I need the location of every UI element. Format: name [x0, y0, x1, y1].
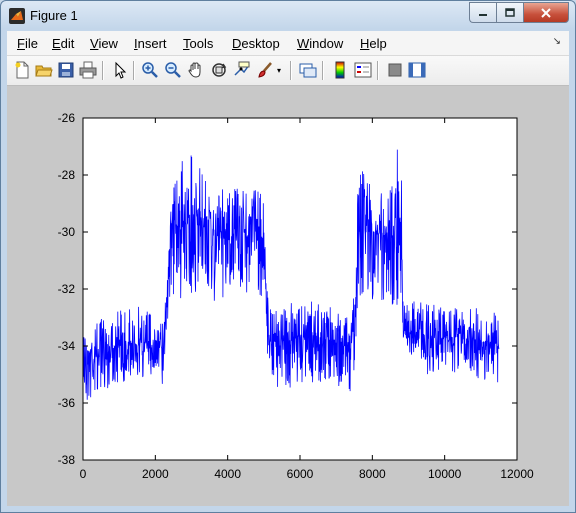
- window-title: Figure 1: [30, 8, 78, 23]
- show-plot-tools-icon[interactable]: [408, 61, 426, 79]
- open-file-icon[interactable]: [35, 61, 53, 79]
- title-bar[interactable]: Figure 1: [1, 1, 575, 31]
- x-tick-label: 12000: [500, 467, 534, 481]
- y-tick-label: -28: [58, 168, 76, 182]
- new-figure-icon[interactable]: [13, 61, 31, 79]
- matlab-logo-icon: [9, 8, 25, 24]
- figure-toolbar: ▾: [7, 56, 569, 86]
- hide-plot-tools-icon[interactable]: [386, 61, 404, 79]
- menu-window[interactable]: Window: [297, 36, 343, 51]
- menu-view[interactable]: View: [90, 36, 118, 51]
- x-tick-label: 10000: [428, 467, 462, 481]
- maximize-button[interactable]: [496, 2, 523, 23]
- figure-window: Figure 1 File Edit View Insert Tools Des…: [0, 0, 576, 513]
- figure-canvas: 0 2000 4000 6000 8000 10000 12000 -26 -28 -30 -32 -…: [7, 86, 569, 506]
- toolbar-separator: [322, 61, 324, 80]
- menu-file[interactable]: File: [17, 36, 38, 51]
- minimize-button[interactable]: [469, 2, 496, 23]
- menu-help[interactable]: Help: [360, 36, 387, 51]
- y-tick-label: -32: [58, 282, 76, 296]
- save-icon[interactable]: [57, 61, 75, 79]
- x-tick-label: 8000: [359, 467, 386, 481]
- zoom-in-icon[interactable]: [141, 61, 159, 79]
- toolbar-separator: [102, 61, 104, 80]
- y-tick-label: -30: [58, 225, 76, 239]
- menu-desktop[interactable]: Desktop: [232, 36, 280, 51]
- dock-arrow-icon[interactable]: ↘: [553, 36, 561, 47]
- x-tick-label: 0: [80, 467, 87, 481]
- edit-plot-arrow-icon[interactable]: [111, 61, 129, 79]
- colorbar-icon[interactable]: [331, 61, 349, 79]
- close-button[interactable]: [523, 2, 569, 23]
- menu-bar: File Edit View Insert Tools Desktop Wind…: [7, 31, 569, 56]
- y-tick-label: -34: [58, 339, 76, 353]
- zoom-out-icon[interactable]: [164, 61, 182, 79]
- menu-insert[interactable]: Insert: [134, 36, 167, 51]
- rotate-3d-icon[interactable]: [210, 61, 228, 79]
- y-tick-label: -38: [58, 453, 76, 467]
- minimize-icon: [479, 13, 487, 16]
- x-tick-label: 6000: [287, 467, 314, 481]
- toolbar-separator: [290, 61, 292, 80]
- close-icon: [541, 7, 551, 18]
- axes-background: [83, 118, 517, 460]
- data-cursor-icon[interactable]: [233, 61, 251, 79]
- line-chart[interactable]: 0 2000 4000 6000 8000 10000 12000 -26 -28 -30 -32 -…: [7, 86, 569, 506]
- menu-edit[interactable]: Edit: [52, 36, 74, 51]
- legend-icon[interactable]: [354, 61, 372, 79]
- y-tick-label: -26: [58, 111, 76, 125]
- y-tick-label: -36: [58, 396, 76, 410]
- print-icon[interactable]: [79, 61, 97, 79]
- x-tick-label: 4000: [214, 467, 241, 481]
- link-plot-icon[interactable]: [299, 61, 317, 79]
- menu-tools[interactable]: Tools: [183, 36, 213, 51]
- toolbar-separator: [133, 61, 135, 80]
- x-tick-label: 2000: [142, 467, 169, 481]
- brush-icon[interactable]: [256, 61, 274, 79]
- brush-dropdown-arrow-icon[interactable]: ▾: [277, 66, 285, 84]
- pan-hand-icon[interactable]: [187, 61, 205, 79]
- maximize-icon: [505, 7, 515, 17]
- toolbar-separator: [377, 61, 379, 80]
